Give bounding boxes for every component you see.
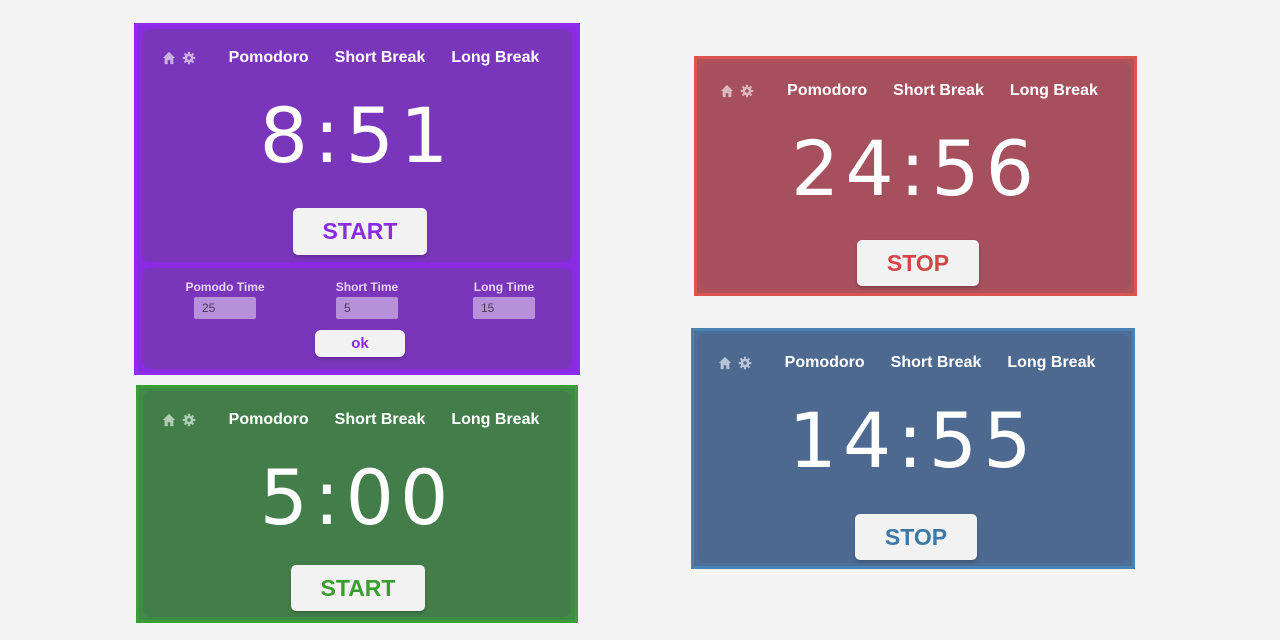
timer-panel: Pomodoro Short Break Long Break 5:00 STA… [143,391,571,617]
pomodoro-time-label: Pomodo Time [185,280,265,294]
pomodoro-time-field: Pomodo Time [180,280,270,319]
tab-long-break[interactable]: Long Break [451,49,539,67]
home-icon[interactable] [162,51,176,65]
ok-button[interactable]: ok [315,330,405,357]
home-icon[interactable] [162,413,176,427]
pomodoro-card-green: Pomodoro Short Break Long Break 5:00 STA… [136,385,578,623]
tab-short-break[interactable]: Short Break [335,49,426,67]
pomodoro-card-blue: Pomodoro Short Break Long Break 14:55 ST… [691,328,1135,569]
timer-display: 8:51 [259,91,455,180]
timer-panel: Pomodoro Short Break Long Break 24:56 ST… [700,62,1131,290]
settings-panel: Pomodo Time Short Time Long Time ok [142,268,572,369]
timer-panel: Pomodoro Short Break Long Break 14:55 ST… [697,334,1129,563]
long-time-field: Long Time [459,280,549,319]
tab-pomodoro[interactable]: Pomodoro [229,411,309,429]
home-icon[interactable] [718,356,732,370]
pomodoro-time-input[interactable] [194,297,256,319]
start-button[interactable]: START [293,208,427,255]
tab-short-break[interactable]: Short Break [891,354,982,372]
mode-nav: Pomodoro Short Break Long Break [700,82,1131,100]
long-time-input[interactable] [473,297,535,319]
tab-pomodoro[interactable]: Pomodoro [229,49,309,67]
long-time-label: Long Time [473,280,535,294]
gear-icon[interactable] [182,413,196,427]
tab-long-break[interactable]: Long Break [1010,82,1098,100]
home-icon[interactable] [720,84,734,98]
tab-short-break[interactable]: Short Break [893,82,984,100]
timer-display: 5:00 [259,453,455,542]
gear-icon[interactable] [738,356,752,370]
timer-panel: Pomodoro Short Break Long Break 8:51 STA… [142,29,572,262]
pomodoro-card-purple: Pomodoro Short Break Long Break 8:51 STA… [134,23,580,375]
stop-button[interactable]: STOP [857,240,979,286]
tab-long-break[interactable]: Long Break [1007,354,1095,372]
tab-short-break[interactable]: Short Break [335,411,426,429]
gear-icon[interactable] [740,84,754,98]
start-button[interactable]: START [291,565,425,611]
stop-button[interactable]: STOP [855,514,977,560]
tab-long-break[interactable]: Long Break [451,411,539,429]
tab-pomodoro[interactable]: Pomodoro [787,82,867,100]
mode-nav: Pomodoro Short Break Long Break [142,49,572,67]
timer-display: 24:56 [790,124,1041,213]
timer-display: 14:55 [788,396,1038,485]
short-time-label: Short Time [335,280,399,294]
short-time-field: Short Time [322,280,412,319]
short-time-input[interactable] [336,297,398,319]
mode-nav: Pomodoro Short Break Long Break [143,411,571,429]
pomodoro-card-red: Pomodoro Short Break Long Break 24:56 ST… [694,56,1137,296]
gear-icon[interactable] [182,51,196,65]
tab-pomodoro[interactable]: Pomodoro [785,354,865,372]
mode-nav: Pomodoro Short Break Long Break [697,354,1129,372]
